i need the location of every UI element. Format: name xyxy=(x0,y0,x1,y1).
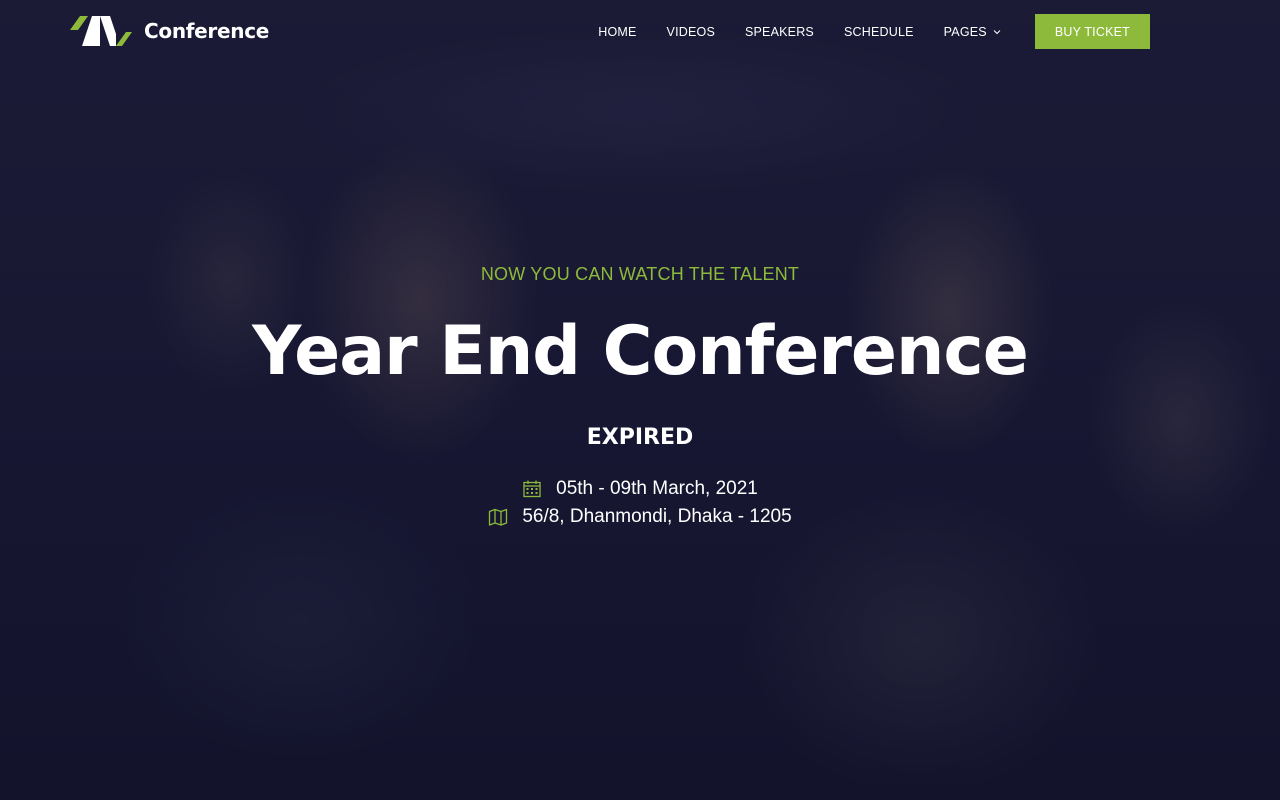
calendar-icon xyxy=(523,480,541,498)
event-date: 05th - 09th March, 2021 xyxy=(556,478,758,499)
event-status: EXPIRED xyxy=(586,425,694,450)
hero-kicker: NOW YOU CAN WATCH THE TALENT xyxy=(480,264,800,284)
page-title: Year End Conference xyxy=(252,312,1029,391)
hero-section: NOW YOU CAN WATCH THE TALENT Year End Co… xyxy=(0,0,1280,800)
map-icon xyxy=(489,508,508,526)
event-location-row: 56/8, Dhanmondi, Dhaka - 1205 xyxy=(0,506,1280,528)
event-date-row: 05th - 09th March, 2021 xyxy=(0,478,1280,500)
event-location: 56/8, Dhanmondi, Dhaka - 1205 xyxy=(522,506,792,527)
